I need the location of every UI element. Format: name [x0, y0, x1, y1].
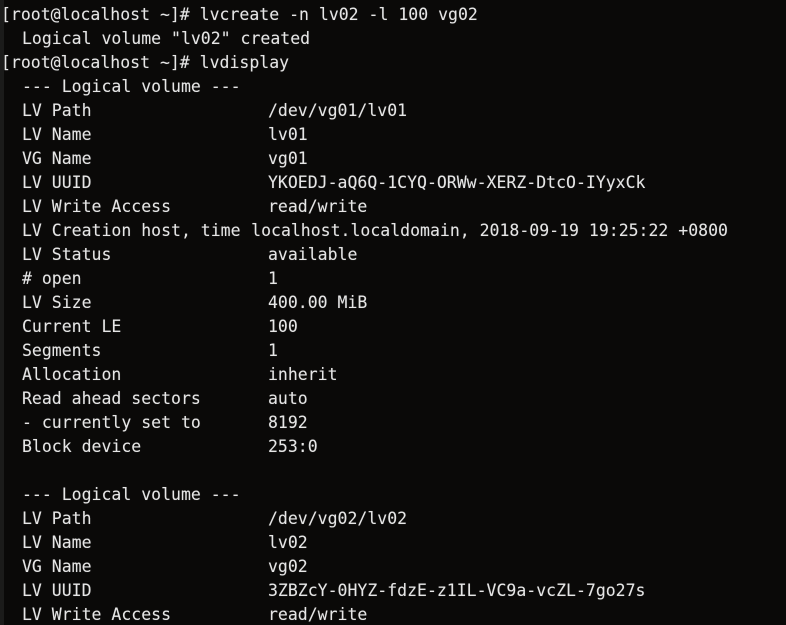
lvdisplay-field-label: Segments [22, 341, 102, 360]
lvdisplay-field-value: 100 [268, 317, 298, 336]
lvdisplay-field-row: Current LE 100 [0, 315, 786, 339]
lvdisplay-field-row: # open 1 [0, 267, 786, 291]
lvdisplay-field-value: vg01 [268, 149, 308, 168]
lvdisplay-field-value: 400.00 MiB [268, 293, 368, 312]
lvdisplay-field-row: LV Path/dev/vg01/lv01 [0, 99, 786, 123]
lvdisplay-field-row: Allocation inherit [0, 363, 786, 387]
lvdisplay-field-label: LV Path [22, 101, 92, 120]
lvdisplay-field-label: LV Path [22, 509, 92, 528]
lvdisplay-field-row: LV Path/dev/vg02/lv02 [0, 507, 786, 531]
lvdisplay-field-value: 1 [268, 341, 278, 360]
lvdisplay-field-label: LV UUID [22, 581, 92, 600]
lvdisplay-field-row: LV Name lv02 [0, 531, 786, 555]
lvdisplay-field-row: VG Name vg01 [0, 147, 786, 171]
lvdisplay-field-label: - currently set to [22, 413, 201, 432]
terminal-output-line: --- Logical volume --- [22, 485, 241, 504]
lvdisplay-field-row: LV Write Access read/write [0, 195, 786, 219]
lvdisplay-field-row: Segments 1 [0, 339, 786, 363]
lvdisplay-field-value: read/write [268, 197, 368, 216]
lvdisplay-field-label: Allocation [22, 365, 122, 384]
lvdisplay-field-value: YKOEDJ-aQ6Q-1CYQ-ORWw-XERZ-DtcO-IYyxCk [268, 173, 646, 192]
lvdisplay-field-label: LV Size [22, 293, 92, 312]
lvdisplay-field-row: LV Size 400.00 MiB [0, 291, 786, 315]
lvdisplay-field-value: /dev/vg02/lv02 [268, 509, 408, 528]
lvdisplay-field-label: Current LE [22, 317, 122, 336]
lvdisplay-field-value: lv02 [268, 533, 308, 552]
terminal-command-line: [root@localhost ~]# lvcreate -n lv02 -l … [1, 5, 478, 24]
lvdisplay-field-label: Read ahead sectors [22, 389, 201, 408]
lvdisplay-field-row: LV Creation host, time localhost.localdom… [0, 219, 786, 243]
terminal-window[interactable]: [root@localhost ~]# lvcreate -n lv02 -l … [0, 0, 786, 625]
terminal-output-line: --- Logical volume --- [22, 77, 241, 96]
lvdisplay-field-value: lv01 [268, 125, 308, 144]
lvdisplay-field-label: LV Name [22, 125, 92, 144]
lvdisplay-field-value: read/write [268, 605, 368, 624]
lvdisplay-field-row: Read ahead sectors auto [0, 387, 786, 411]
lvdisplay-field-value: vg02 [268, 557, 308, 576]
lvdisplay-field-row: VG Name vg02 [0, 555, 786, 579]
lvdisplay-field-label: # open [22, 269, 82, 288]
lvdisplay-field-row: LV UUID 3ZBZcY-0HYZ-fdzE-z1IL-VC9a-vcZL-7… [0, 579, 786, 603]
terminal-output-line: Logical volume "lv02" created [22, 29, 311, 48]
lvdisplay-field-row: - currently set to 8192 [0, 411, 786, 435]
lvdisplay-field-row: LV Name lv01 [0, 123, 786, 147]
lvdisplay-field-label: LV Name [22, 533, 92, 552]
lvdisplay-field-value: available [268, 245, 358, 264]
terminal-command-line: [root@localhost ~]# lvdisplay [1, 53, 290, 72]
lvdisplay-field-row: LV Write Access read/write [0, 603, 786, 625]
lvdisplay-field-value: 1 [268, 269, 278, 288]
lvdisplay-field-label: VG Name [22, 149, 92, 168]
lvdisplay-field-label: LV Write Access [22, 605, 172, 624]
lvdisplay-field-value: 253:0 [268, 437, 318, 456]
lvdisplay-field-label: Block device [22, 437, 142, 456]
lvdisplay-field-value: auto [268, 389, 308, 408]
lvdisplay-field-row: LV Status available [0, 243, 786, 267]
lvdisplay-field-label: LV UUID [22, 173, 92, 192]
lvdisplay-field-label: LV Creation host, time [22, 221, 241, 240]
lvdisplay-field-row: LV UUID YKOEDJ-aQ6Q-1CYQ-ORWw-XERZ-DtcO-I… [0, 171, 786, 195]
lvdisplay-field-row: Block device 253:0 [0, 435, 786, 459]
lvdisplay-field-value: /dev/vg01/lv01 [268, 101, 408, 120]
lvdisplay-field-value: inherit [268, 365, 338, 384]
lvdisplay-field-value: 8192 [268, 413, 308, 432]
lvdisplay-field-value: localhost.localdomain, 2018-09-19 19:25:… [251, 221, 728, 240]
lvdisplay-field-label: LV Status [22, 245, 112, 264]
lvdisplay-field-label: VG Name [22, 557, 92, 576]
lvdisplay-field-label: LV Write Access [22, 197, 172, 216]
lvdisplay-field-value: 3ZBZcY-0HYZ-fdzE-z1IL-VC9a-vcZL-7go27s [268, 581, 646, 600]
terminal-output-area[interactable]: [root@localhost ~]# lvcreate -n lv02 -l … [0, 3, 786, 625]
